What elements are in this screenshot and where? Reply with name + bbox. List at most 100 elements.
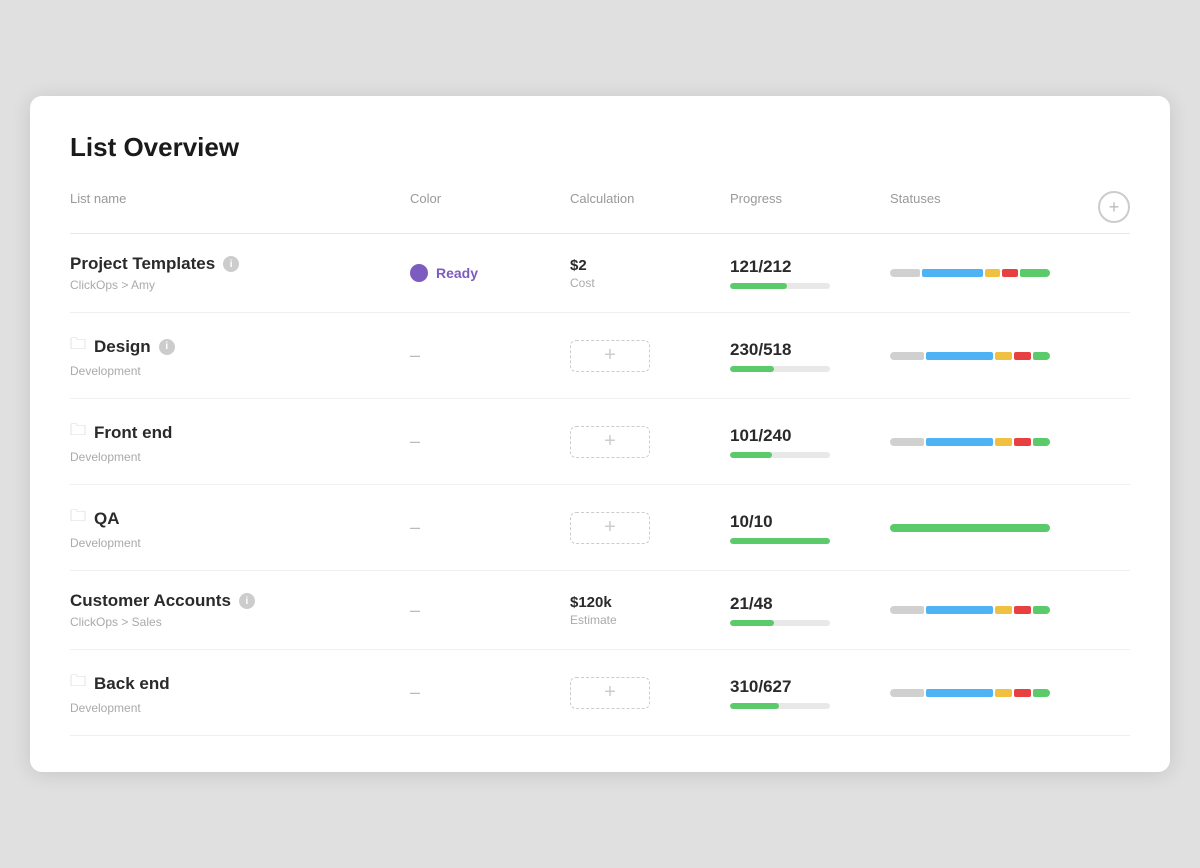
color-dash: –	[410, 431, 420, 452]
folder-icon: 🗀	[70, 670, 86, 697]
progress-bar-fill	[730, 452, 772, 458]
folder-icon: 🗀	[70, 419, 86, 446]
add-calculation-button[interactable]: +	[570, 512, 650, 544]
status-segment	[890, 606, 924, 614]
status-bar	[890, 269, 1050, 277]
status-segment	[1002, 269, 1017, 277]
progress-cell: 230/518	[730, 340, 890, 372]
folder-icon: 🗀	[70, 505, 86, 532]
status-bar	[890, 524, 1050, 532]
add-column-button[interactable]: +	[1098, 191, 1130, 223]
statuses-cell	[890, 606, 1082, 614]
list-name-cell: Customer AccountsiClickOps > Sales	[70, 591, 410, 629]
list-name-text[interactable]: Design	[94, 337, 151, 357]
col-header-list-name: List name	[70, 191, 410, 223]
status-segment	[890, 524, 1050, 532]
list-name-text[interactable]: Customer Accounts	[70, 591, 231, 611]
progress-fraction: 310/627	[730, 677, 890, 697]
calculation-cell: $120k Estimate	[570, 594, 730, 627]
progress-cell: 10/10	[730, 512, 890, 544]
progress-bar-background	[730, 703, 830, 709]
progress-bar-background	[730, 538, 830, 544]
list-name-cell: 🗀 Back end Development	[70, 670, 410, 715]
breadcrumb: Development	[70, 701, 410, 715]
status-segment	[1020, 269, 1050, 277]
list-name-cell: 🗀 QA Development	[70, 505, 410, 550]
status-segment	[995, 606, 1012, 614]
info-icon[interactable]: i	[159, 339, 175, 355]
progress-bar-fill	[730, 538, 830, 544]
status-segment	[926, 689, 994, 697]
color-cell: –	[410, 431, 570, 452]
status-bar	[890, 606, 1050, 614]
color-cell: Ready	[410, 264, 570, 282]
progress-bar-background	[730, 620, 830, 626]
col-header-statuses: Statuses	[890, 191, 1082, 223]
table-row: 🗀 QA Development– +10/10	[70, 485, 1130, 571]
color-dash: –	[410, 517, 420, 538]
calculation-cell: +	[570, 512, 730, 544]
color-label[interactable]: Ready	[436, 265, 478, 281]
statuses-cell	[890, 269, 1082, 277]
col-header-progress: Progress	[730, 191, 890, 223]
status-segment	[1033, 689, 1050, 697]
progress-bar-fill	[730, 620, 774, 626]
calculation-label: Estimate	[570, 613, 730, 627]
calculation-cell: $2Cost	[570, 257, 730, 290]
statuses-cell	[890, 352, 1082, 360]
breadcrumb: ClickOps > Amy	[70, 278, 410, 292]
breadcrumb: Development	[70, 364, 410, 378]
list-name-cell: 🗀 Designi Development	[70, 333, 410, 378]
color-dash: –	[410, 682, 420, 703]
color-dash: –	[410, 600, 420, 621]
info-icon[interactable]: i	[239, 593, 255, 609]
calculation-cell: +	[570, 426, 730, 458]
add-calculation-button[interactable]: +	[570, 340, 650, 372]
status-segment	[926, 606, 994, 614]
add-column-header[interactable]: +	[1082, 191, 1130, 223]
progress-fraction: 10/10	[730, 512, 890, 532]
statuses-cell	[890, 689, 1082, 697]
statuses-cell	[890, 524, 1082, 532]
progress-cell: 101/240	[730, 426, 890, 458]
color-cell: –	[410, 682, 570, 703]
progress-bar-fill	[730, 703, 779, 709]
col-header-calculation: Calculation	[570, 191, 730, 223]
list-name-text[interactable]: Project Templates	[70, 254, 215, 274]
status-segment	[1033, 606, 1050, 614]
list-name-text[interactable]: QA	[94, 509, 120, 529]
progress-fraction: 21/48	[730, 594, 890, 614]
folder-icon: 🗀	[70, 333, 86, 360]
col-header-color: Color	[410, 191, 570, 223]
table-body: Project TemplatesiClickOps > AmyReady$2C…	[70, 234, 1130, 736]
info-icon[interactable]: i	[223, 256, 239, 272]
status-segment	[995, 438, 1012, 446]
calculation-value: $120k	[570, 594, 730, 611]
status-segment	[926, 352, 994, 360]
breadcrumb: Development	[70, 450, 410, 464]
add-calculation-button[interactable]: +	[570, 677, 650, 709]
table-row: 🗀 Back end Development– +310/627	[70, 650, 1130, 736]
progress-cell: 21/48	[730, 594, 890, 626]
add-calculation-button[interactable]: +	[570, 426, 650, 458]
status-segment	[890, 689, 924, 697]
list-name-cell: Project Templates i ClickOps > Amy	[70, 254, 410, 292]
table-row: Project Templates i ClickOps > Amy Ready $2C…	[70, 234, 1130, 313]
color-cell: –	[410, 345, 570, 366]
status-bar	[890, 352, 1050, 360]
status-segment	[985, 269, 1000, 277]
list-name-text[interactable]: Front end	[94, 423, 172, 443]
breadcrumb: Development	[70, 536, 410, 550]
color-dash: –	[410, 345, 420, 366]
status-bar	[890, 438, 1050, 446]
page-title: List Overview	[70, 132, 1130, 163]
color-dot[interactable]	[410, 264, 428, 282]
list-name-text[interactable]: Back end	[94, 674, 170, 694]
progress-fraction: 101/240	[730, 426, 890, 446]
calculation-value: $2	[570, 257, 730, 274]
table-row: 🗀 Designi Development– +230/518	[70, 313, 1130, 399]
table-header: List name Color Calculation Progress Sta…	[70, 191, 1130, 234]
calculation-cell: +	[570, 340, 730, 372]
color-cell: –	[410, 517, 570, 538]
status-segment	[1014, 689, 1031, 697]
